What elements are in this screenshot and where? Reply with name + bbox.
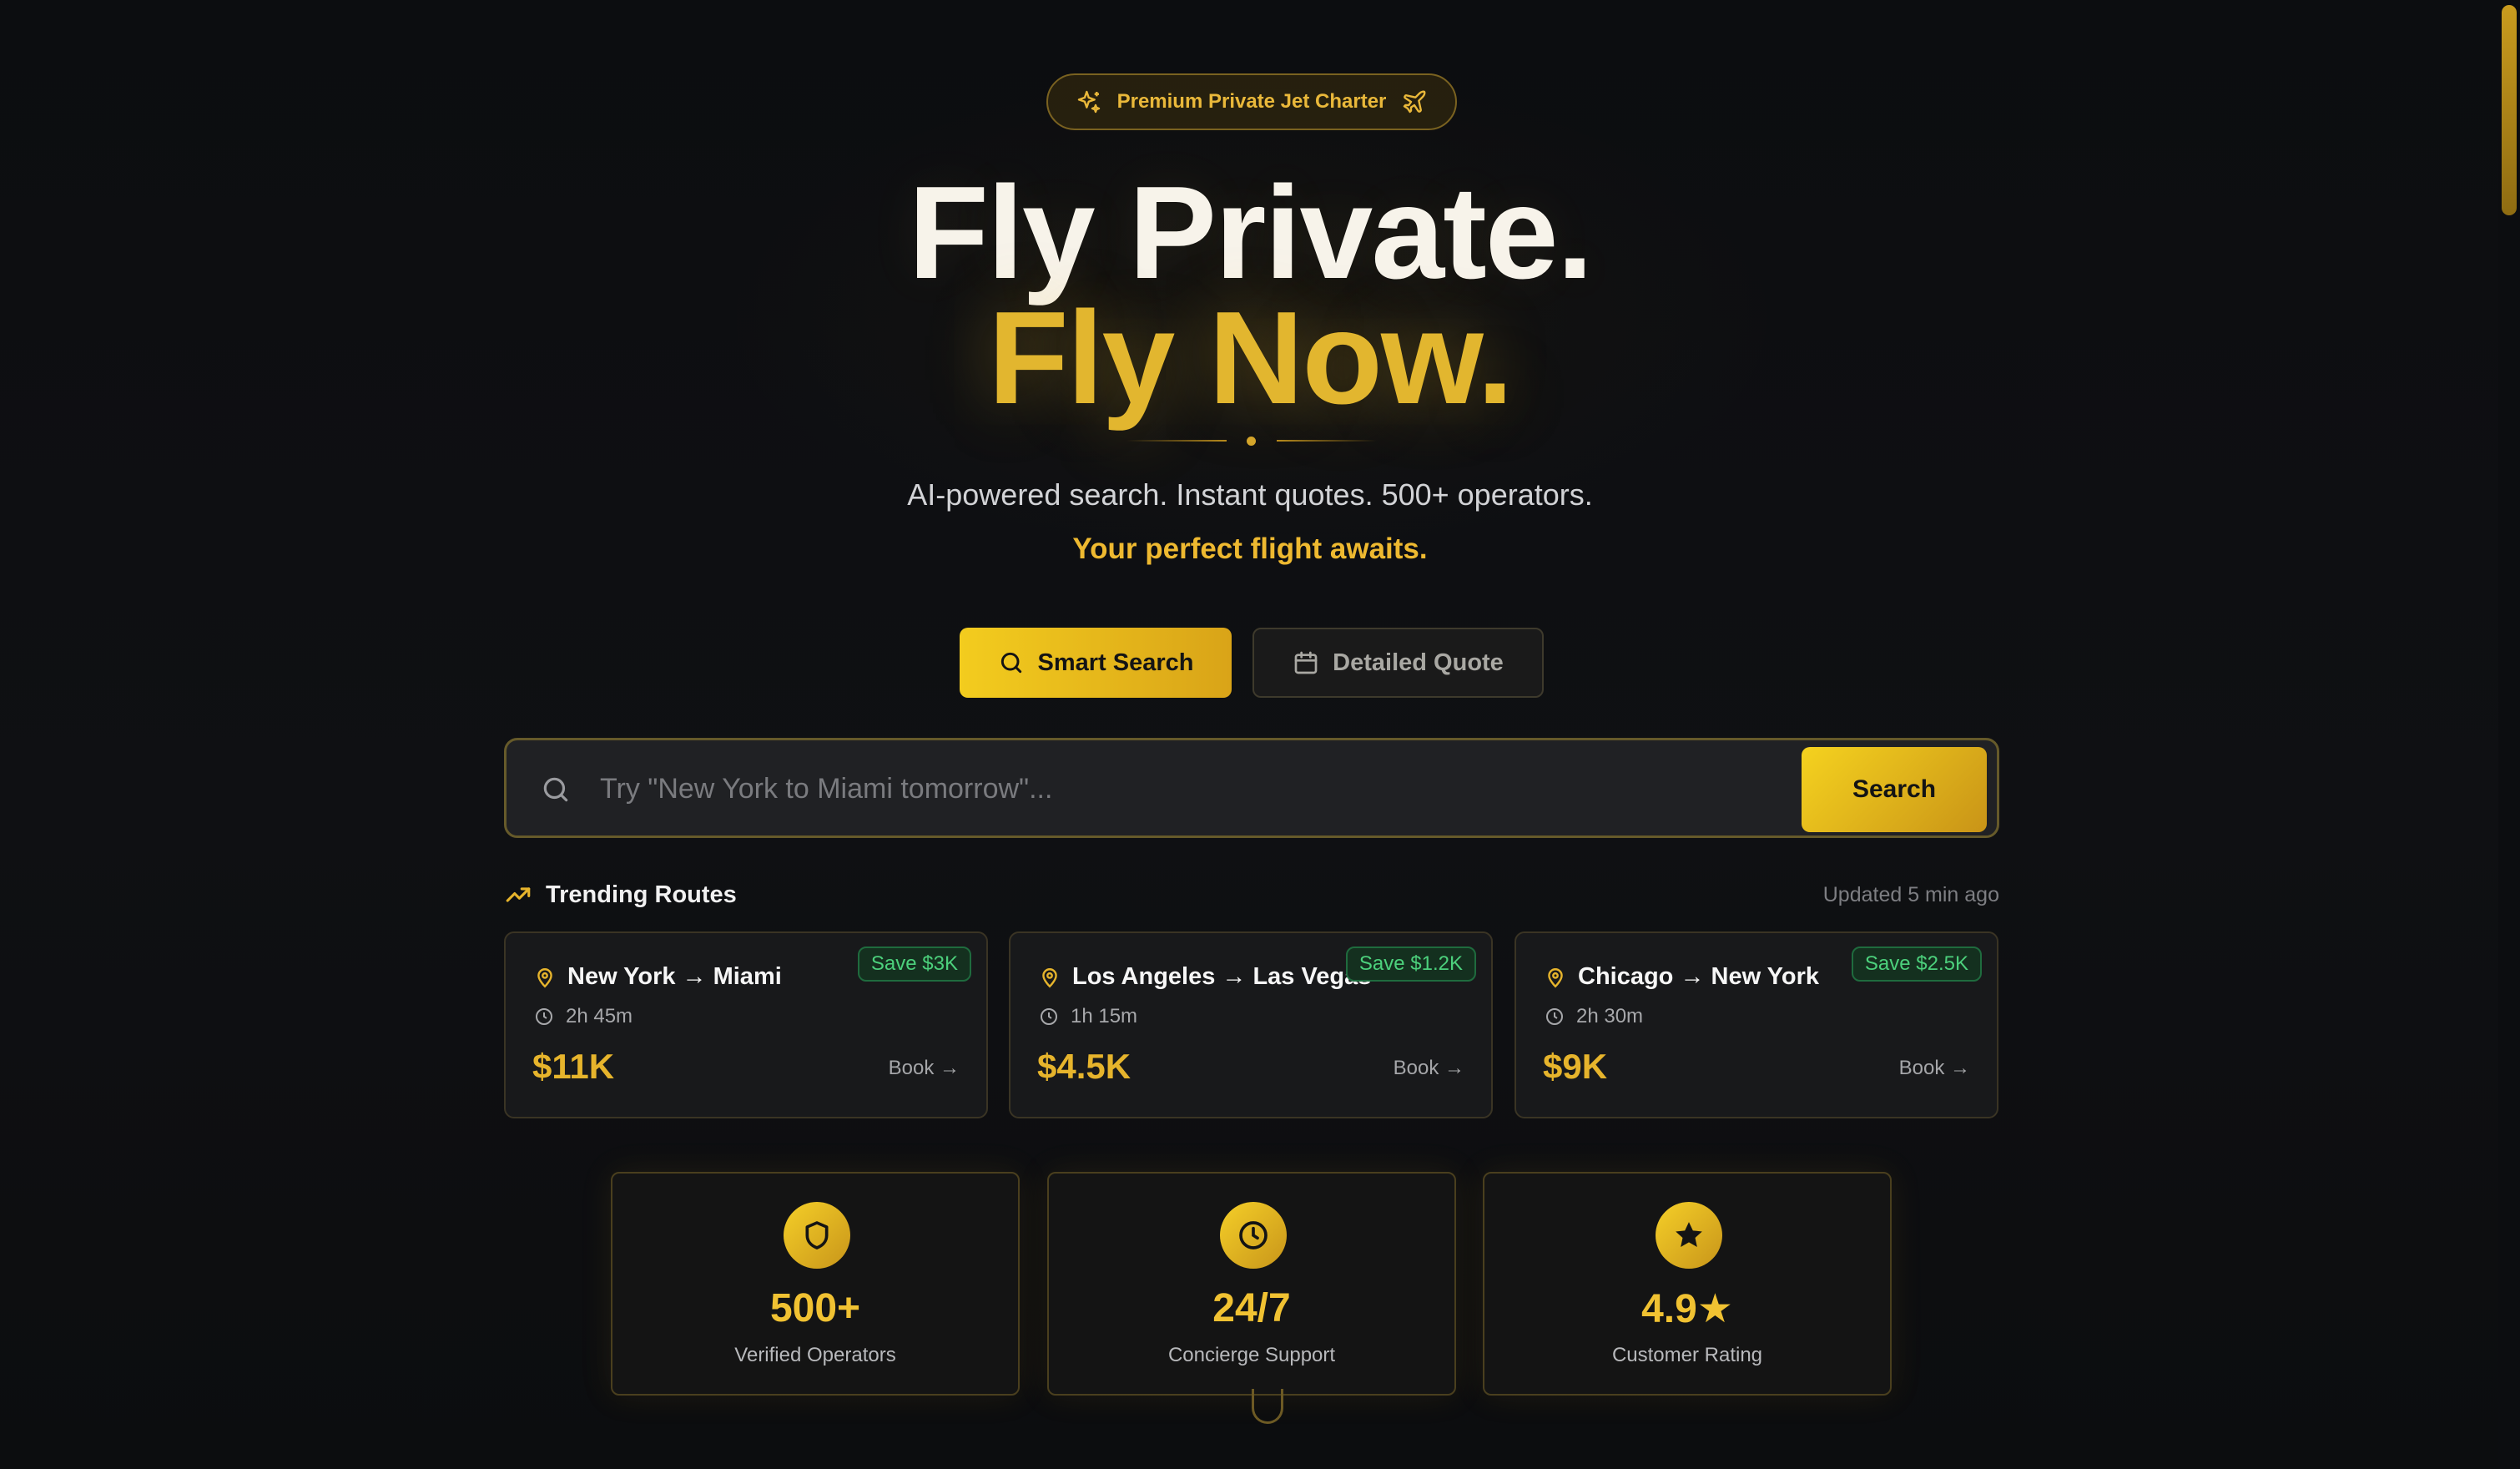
sparkles-icon <box>1077 90 1100 114</box>
stat-value: 500+ <box>769 1286 861 1330</box>
hero-subtitle: AI-powered search. Instant quotes. 500+ … <box>907 477 1593 512</box>
clock-icon <box>536 1008 552 1025</box>
stat-label: Verified Operators <box>734 1344 896 1366</box>
savings-badge: Save $2.5K <box>1851 947 1982 982</box>
detailed-quote-button[interactable]: Detailed Quote <box>1252 628 1544 698</box>
smart-search-label: Smart Search <box>1037 649 1194 676</box>
stat-label: Concierge Support <box>1167 1344 1336 1366</box>
stat-value: 24/7 <box>1212 1286 1291 1330</box>
clock-icon <box>1041 1008 1057 1025</box>
stat-card-operators: 500+ Verified Operators <box>611 1172 1020 1396</box>
search-icon <box>1000 652 1021 674</box>
route-duration: 1h 15m <box>1071 1005 1138 1027</box>
route-duration: 2h 45m <box>566 1005 633 1027</box>
map-pin-icon <box>537 967 552 988</box>
scroll-indicator[interactable] <box>1252 1389 1283 1424</box>
plane-icon <box>1404 90 1426 114</box>
savings-badge: Save $1.2K <box>1345 947 1476 982</box>
calendar-icon <box>1294 651 1318 674</box>
route-duration: 2h 30m <box>1576 1005 1644 1027</box>
smart-search-button[interactable]: Smart Search <box>960 628 1232 698</box>
clock-icon <box>1546 1008 1563 1025</box>
route-price: $4.5K <box>1037 1047 1131 1086</box>
route-card[interactable]: Chicago → New York Save $2.5K 2h 30m $9K… <box>1515 931 1998 1118</box>
map-pin-icon <box>1548 967 1563 988</box>
scrollbar[interactable] <box>2498 0 2520 1469</box>
stat-label: Customer Rating <box>1611 1344 1763 1366</box>
search-input[interactable] <box>600 764 1434 814</box>
savings-badge: Save $3K <box>857 947 971 982</box>
detailed-quote-label: Detailed Quote <box>1333 649 1504 676</box>
route-card[interactable]: New York → Miami Save $3K 2h 45m $11K Bo… <box>504 931 988 1118</box>
route-name: Los Angeles → Las Vegas <box>1072 963 1372 990</box>
book-link[interactable]: Book → <box>1899 1057 1970 1080</box>
map-pin-icon <box>1042 967 1057 988</box>
trending-title: Trending Routes <box>546 881 737 908</box>
scrollbar-thumb[interactable] <box>2502 5 2517 215</box>
book-link[interactable]: Book → <box>889 1057 960 1080</box>
updated-timestamp: Updated 5 min ago <box>1822 883 1999 906</box>
hero-title-line1: Fly Private. <box>908 159 1593 306</box>
premium-badge: Premium Private Jet Charter <box>1046 73 1457 130</box>
route-card[interactable]: Los Angeles → Las Vegas Save $1.2K 1h 15… <box>1009 931 1493 1118</box>
stat-value: 4.9★ <box>1641 1287 1733 1331</box>
hero-tagline: Your perfect flight awaits. <box>1072 533 1428 565</box>
route-name: Chicago → New York <box>1578 963 1819 990</box>
trending-up-icon <box>506 887 531 902</box>
trending-header: Trending Routes <box>504 878 737 911</box>
clock-icon <box>1239 1221 1268 1249</box>
star-icon <box>1676 1222 1702 1247</box>
page: Premium Private Jet Charter Fly Private.… <box>0 0 2520 1469</box>
hero-divider <box>1126 436 1377 446</box>
stat-card-rating: 4.9★ Customer Rating <box>1483 1172 1892 1396</box>
search-icon <box>543 777 568 802</box>
book-link[interactable]: Book → <box>1394 1057 1464 1080</box>
badge-label: Premium Private Jet Charter <box>1116 90 1387 113</box>
stat-card-support: 24/7 Concierge Support <box>1047 1172 1456 1396</box>
search-bar: Search <box>504 738 1999 838</box>
route-name: New York → Miami <box>567 963 782 990</box>
hero-title-line2: Fly Now. <box>988 285 1514 432</box>
shield-icon <box>805 1221 829 1249</box>
search-button[interactable]: Search <box>1802 747 1987 832</box>
route-price: $9K <box>1543 1047 1608 1086</box>
route-price: $11K <box>532 1047 615 1086</box>
